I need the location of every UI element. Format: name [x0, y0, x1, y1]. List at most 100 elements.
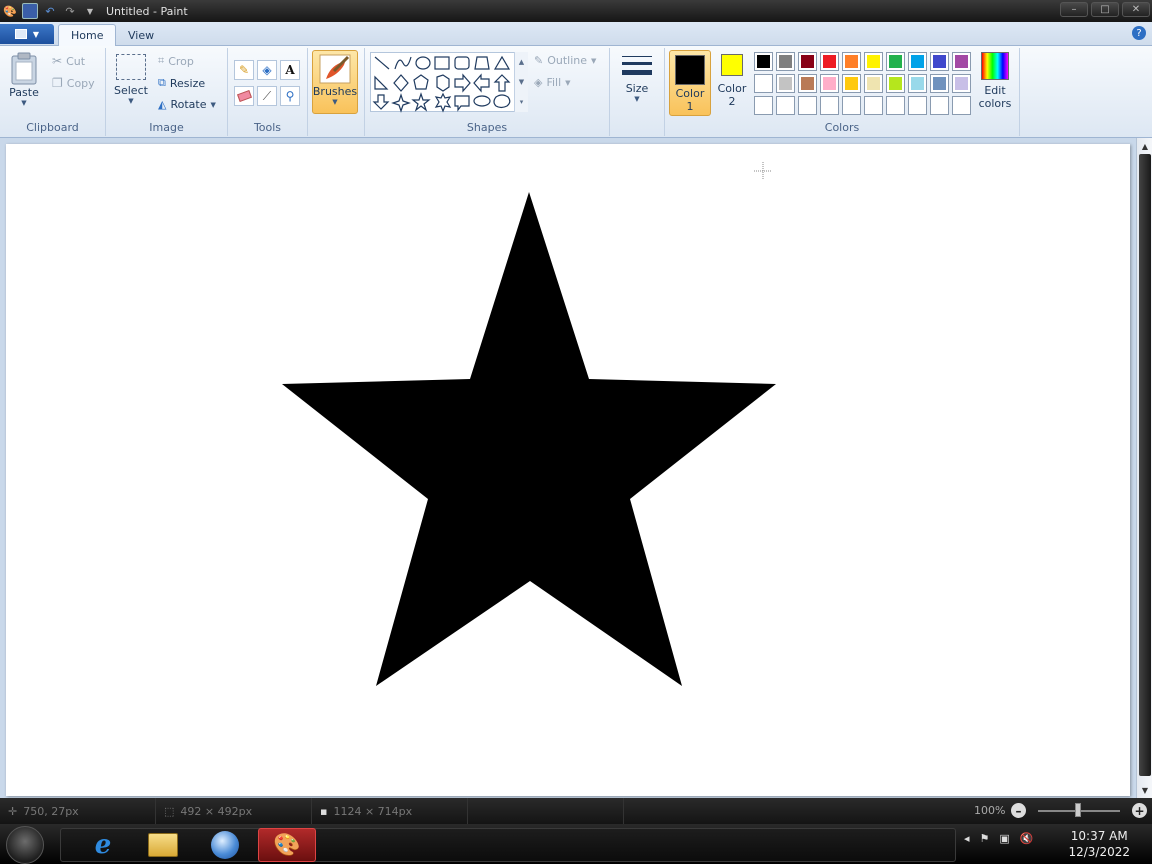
undo-icon[interactable]: ↶ — [42, 3, 58, 19]
color-swatch[interactable] — [820, 96, 839, 115]
customize-qat-icon[interactable]: ▼ — [82, 3, 98, 19]
paint-app-icon[interactable]: 🎨 — [2, 3, 18, 19]
color-picker-icon[interactable]: ⟋ — [257, 86, 277, 106]
title-bar: 🎨 ↶ ↷ ▼ Untitled - Paint – □ ✕ — [0, 0, 1152, 22]
clipboard-group: Paste ▼ ✂ Cut ❐ Copy Clipboard — [0, 48, 106, 136]
chevron-down-icon: ▼ — [332, 98, 338, 106]
scroll-down-icon[interactable]: ▼ — [1137, 783, 1152, 797]
eraser-icon[interactable] — [234, 86, 254, 106]
color-swatch[interactable] — [798, 96, 817, 115]
system-clock[interactable]: 10:37 AM 12/3/2022 — [1068, 828, 1130, 860]
color-swatch[interactable] — [842, 74, 861, 93]
color-swatch[interactable] — [930, 74, 949, 93]
color-swatch[interactable] — [864, 96, 883, 115]
color2-button[interactable]: Color 2 — [715, 54, 749, 108]
text-tool-icon[interactable]: A — [280, 60, 300, 80]
zoom-slider-handle[interactable] — [1075, 803, 1081, 817]
brushes-button[interactable]: Brushes ▼ — [312, 50, 358, 114]
crop-button[interactable]: ⌗ Crop — [158, 54, 194, 68]
color-swatch[interactable] — [886, 96, 905, 115]
color-swatch[interactable] — [820, 74, 839, 93]
color-swatch[interactable] — [908, 52, 927, 71]
color-swatch[interactable] — [842, 96, 861, 115]
chevron-down-icon[interactable]: ▼ — [519, 78, 524, 86]
save-icon[interactable] — [22, 3, 38, 19]
edit-colors-button[interactable]: Edit colors — [976, 52, 1014, 110]
image-group-label: Image — [149, 121, 184, 134]
color1-swatch — [675, 55, 705, 85]
file-explorer-icon[interactable] — [134, 828, 192, 862]
scroll-up-icon[interactable]: ▲ — [1137, 139, 1152, 153]
select-button[interactable]: Select ▼ — [114, 54, 148, 105]
chevron-up-icon[interactable]: ▲ — [519, 58, 524, 66]
paste-button[interactable]: Paste ▼ — [8, 52, 40, 107]
color-swatch[interactable] — [798, 52, 817, 71]
star-shape — [282, 192, 776, 686]
internet-explorer-icon[interactable]: e — [74, 828, 132, 862]
curve-shape-icon — [394, 56, 412, 70]
paint-icon[interactable]: 🎨 — [258, 828, 316, 862]
color-swatch[interactable] — [864, 74, 883, 93]
start-button[interactable] — [6, 826, 44, 864]
help-icon[interactable]: ? — [1132, 26, 1146, 40]
media-player-icon[interactable] — [196, 828, 254, 862]
rotate-button[interactable]: ◭ Rotate ▼ — [158, 98, 216, 111]
pencil-icon[interactable]: ✎ — [234, 60, 254, 80]
oval-callout-shape-icon — [473, 95, 491, 107]
maximize-button[interactable]: □ — [1091, 2, 1119, 17]
redo-icon[interactable]: ↷ — [62, 3, 78, 19]
color-swatch[interactable] — [820, 52, 839, 71]
system-tray: ◂ ⚑ ▣ 🔇 — [964, 832, 1034, 845]
color-swatch[interactable] — [776, 96, 795, 115]
color-swatch[interactable] — [886, 52, 905, 71]
color-swatch[interactable] — [908, 74, 927, 93]
color-swatch[interactable] — [776, 74, 795, 93]
cut-button[interactable]: ✂ Cut — [52, 54, 85, 68]
tab-home[interactable]: Home — [58, 24, 117, 46]
resize-button[interactable]: ⧉ Resize — [158, 76, 205, 90]
color-swatch[interactable] — [798, 74, 817, 93]
action-center-flag-icon[interactable]: ⚑ — [980, 832, 990, 845]
shapes-gallery-scroll[interactable]: ▲ ▼ ▾ — [514, 52, 528, 112]
network-icon[interactable]: ▣ — [999, 832, 1009, 845]
color-swatch[interactable] — [908, 96, 927, 115]
color-swatch[interactable] — [776, 52, 795, 71]
color-swatch[interactable] — [952, 52, 971, 71]
scrollbar-thumb[interactable] — [1139, 154, 1151, 776]
chevron-down-icon: ▼ — [210, 100, 216, 109]
color-swatch[interactable] — [754, 96, 773, 115]
color-swatch[interactable] — [754, 74, 773, 93]
fill-button[interactable]: ◈ Fill ▼ — [534, 76, 571, 89]
color-swatch[interactable] — [842, 52, 861, 71]
oval-shape-icon — [415, 56, 431, 70]
drawing-canvas[interactable] — [6, 144, 1130, 796]
fill-bucket-icon[interactable]: ◈ — [257, 60, 277, 80]
paint-menu-button[interactable]: ▼ — [0, 24, 54, 44]
color-swatch[interactable] — [930, 96, 949, 115]
color2-swatch — [721, 54, 743, 76]
minimize-button[interactable]: – — [1060, 2, 1088, 17]
ribbon: Paste ▼ ✂ Cut ❐ Copy Clipboard Select ▼ … — [0, 46, 1152, 138]
gallery-expand-icon[interactable]: ▾ — [520, 98, 524, 106]
magnifier-icon[interactable]: ⚲ — [280, 86, 300, 106]
color-swatch[interactable] — [952, 96, 971, 115]
size-button[interactable]: Size ▼ — [618, 52, 656, 103]
vertical-scrollbar[interactable]: ▲ ▼ — [1136, 138, 1152, 798]
show-hidden-icons-icon[interactable]: ◂ — [964, 832, 970, 845]
color-swatch[interactable] — [864, 52, 883, 71]
zoom-in-icon[interactable]: + — [1132, 803, 1147, 818]
close-button[interactable]: ✕ — [1122, 2, 1150, 17]
color-swatch-fill — [823, 55, 836, 68]
volume-muted-icon[interactable]: 🔇 — [1020, 832, 1034, 845]
outline-button[interactable]: ✎ Outline ▼ — [534, 54, 596, 67]
color-swatch[interactable] — [952, 74, 971, 93]
color-swatch-fill — [757, 55, 770, 68]
color-swatch[interactable] — [886, 74, 905, 93]
color1-button[interactable]: Color 1 — [669, 50, 711, 116]
tab-view[interactable]: View — [116, 24, 166, 46]
color-swatch[interactable] — [754, 52, 773, 71]
four-point-star-shape-icon — [391, 93, 411, 113]
zoom-out-icon[interactable]: – — [1011, 803, 1026, 818]
copy-button[interactable]: ❐ Copy — [52, 76, 95, 90]
color-swatch[interactable] — [930, 52, 949, 71]
